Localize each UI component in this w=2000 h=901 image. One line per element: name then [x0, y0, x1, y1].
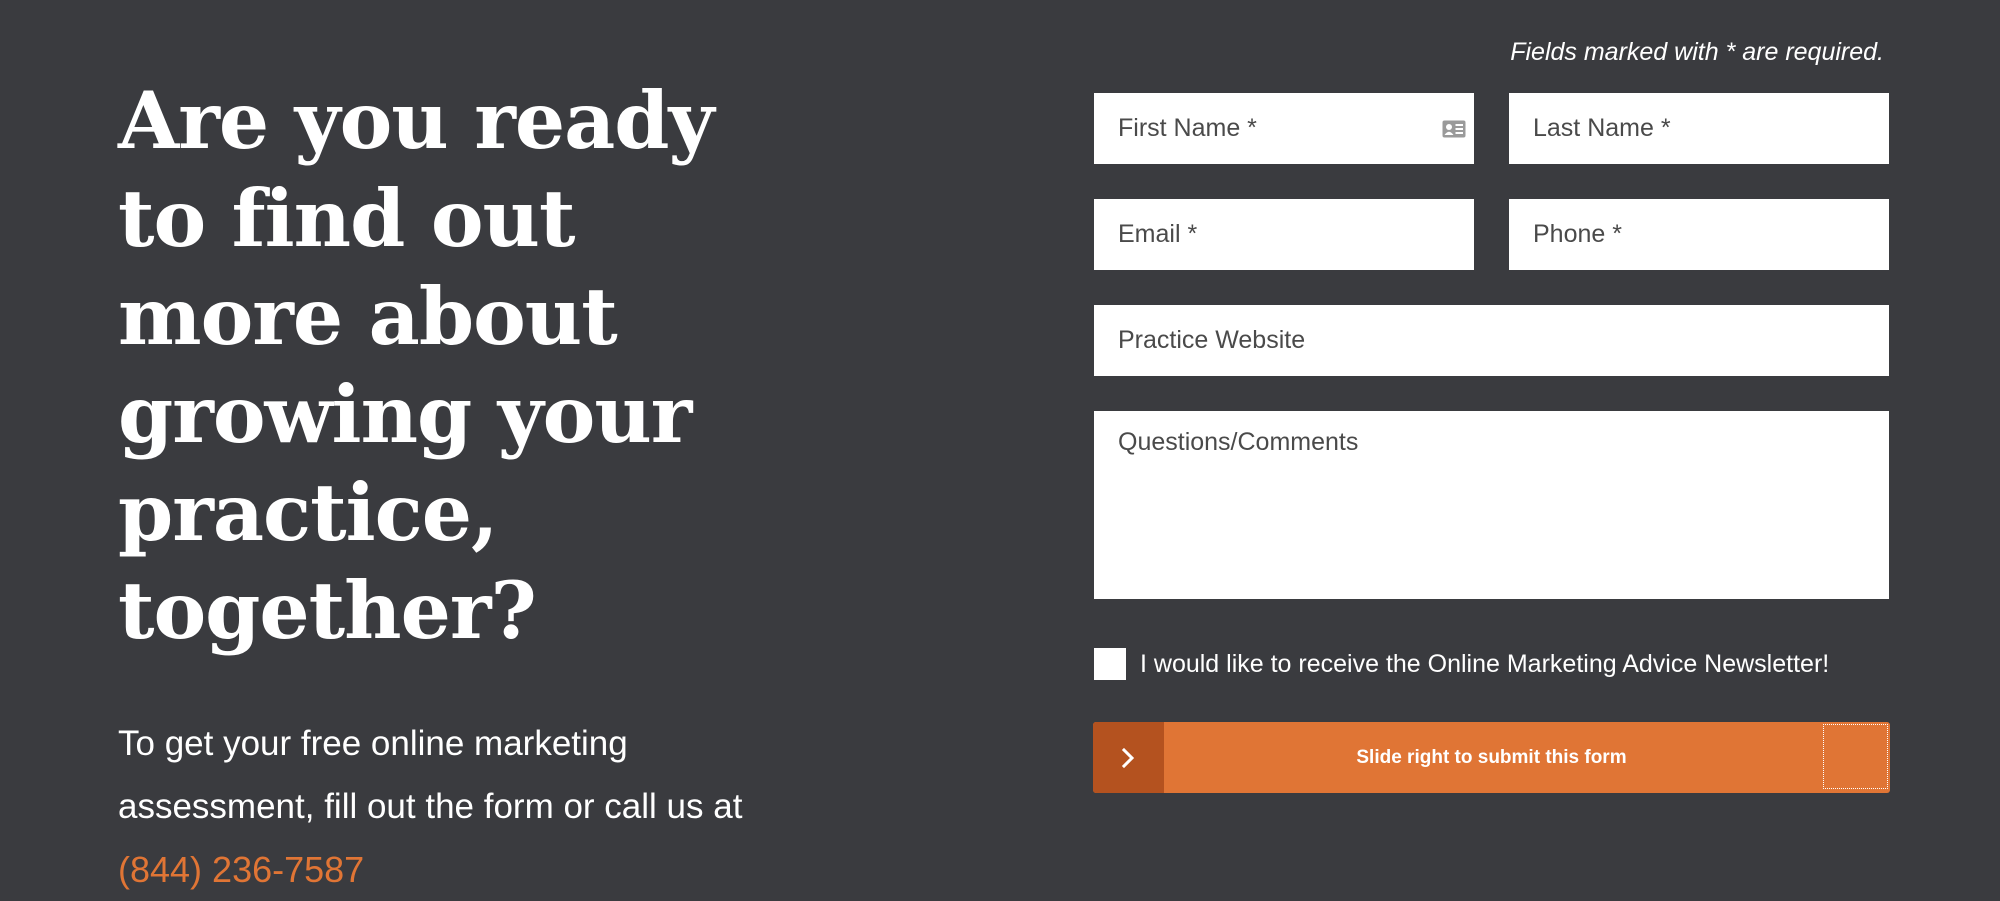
contact-form: Fields marked with * are required. I wou…: [1093, 0, 1890, 839]
hero-section: Are you ready to find out more about gro…: [118, 72, 798, 901]
slider-drop-target[interactable]: [1823, 724, 1888, 789]
newsletter-checkbox[interactable]: [1094, 648, 1126, 680]
chevron-right-icon: [1121, 747, 1135, 769]
phone-field[interactable]: [1509, 199, 1889, 270]
comments-field[interactable]: [1094, 411, 1889, 599]
email-field[interactable]: [1094, 199, 1474, 270]
phone-link[interactable]: (844) 236-7587: [118, 838, 798, 901]
slider-label: Slide right to submit this form: [1356, 747, 1627, 768]
page-headline: Are you ready to find out more about gro…: [118, 74, 714, 657]
hero-subtext: To get your free online marketing assess…: [118, 712, 798, 901]
practice-website-field[interactable]: [1094, 305, 1889, 376]
newsletter-label[interactable]: I would like to receive the Online Marke…: [1140, 650, 1829, 679]
first-name-field[interactable]: [1094, 93, 1474, 164]
last-name-field[interactable]: [1509, 93, 1889, 164]
contact-card-icon[interactable]: [1442, 120, 1466, 138]
required-fields-note: Fields marked with * are required.: [1510, 38, 1884, 66]
submit-slider[interactable]: Slide right to submit this form: [1093, 722, 1890, 793]
newsletter-row: I would like to receive the Online Marke…: [1094, 648, 1829, 680]
slider-handle[interactable]: [1093, 722, 1164, 793]
hero-subtext-text: To get your free online marketing assess…: [118, 724, 743, 826]
